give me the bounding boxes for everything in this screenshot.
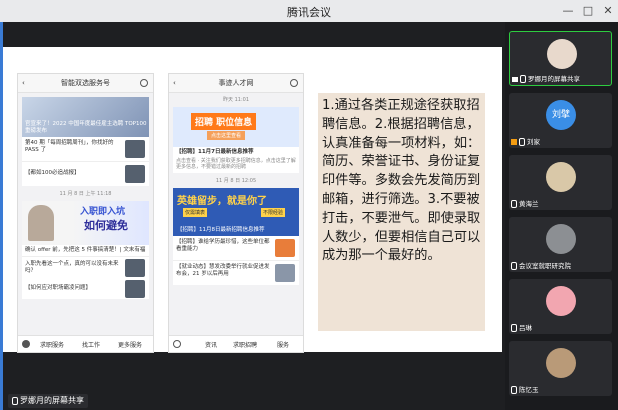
microphone-icon xyxy=(511,262,517,270)
phone1-card-2: 入职即入坑 如何避免 确认 offer 前，先把这 5 件事搞清楚！| 文末有福… xyxy=(22,201,149,299)
title-bar: 腾讯会议 — □ ✕ xyxy=(0,0,618,23)
bottom-tab: 资讯 xyxy=(205,342,218,349)
minimize-button[interactable]: — xyxy=(560,3,576,19)
article-thumbnail xyxy=(125,140,145,158)
phone2-title: 事迹人才网 xyxy=(218,79,254,87)
phone-screenshot-1: ‹ 智能双选服务号 官宣来了！2022 中国年度最佳雇主选聘 TOP100 重磅… xyxy=(17,73,154,353)
microphone-icon xyxy=(12,396,18,405)
phone1-title: 智能双选服务号 xyxy=(61,79,110,87)
bottom-tab: 找工作 xyxy=(82,342,101,349)
participant-tile[interactable]: 罗娜月的屏幕共享 xyxy=(509,31,612,86)
phone2-card-1: 招聘 职位信息 点击这里查看 【招聘】11月7日最新信息推荐 点击查看 · 关注… xyxy=(173,107,299,173)
participant-avatar xyxy=(546,162,576,192)
article-subtitle: 确认 offer 前，先把这 5 件事搞清楚！| 文末有福 xyxy=(25,247,146,253)
hero-tag: 仅需填表 xyxy=(183,208,208,217)
bottom-tab: 求职招聘 xyxy=(233,342,258,349)
participant-avatar xyxy=(547,39,577,69)
banner-text: 官宣来了！2022 中国年度最佳雇主选聘 TOP100 重磅发布 xyxy=(25,121,147,134)
participant-name-text: 陈忆玉 xyxy=(519,386,539,394)
bottom-tab: 服务 xyxy=(277,342,290,349)
hero-tag: 不限经验 xyxy=(261,208,286,217)
banner-headline: 入职即入坑 xyxy=(80,207,126,217)
phone2-bottom-bar: 资讯 求职招聘 服务 xyxy=(169,335,303,352)
participant-avatar xyxy=(546,286,576,316)
date-label: 11 月 8 日 12:05 xyxy=(215,178,257,184)
participant-name-text: 罗娜月的屏幕共享 xyxy=(528,75,580,83)
hero-banner: 英雄留步，就是你了 仅需填表 不限经验 【招聘】11月8日最新招聘信息推荐 xyxy=(173,188,299,236)
share-tag-text: 罗娜月的屏幕共享 xyxy=(20,396,84,405)
participant-tile[interactable]: 刘擘 刘家 xyxy=(509,93,612,148)
bottom-tab: 求职服务 xyxy=(40,342,65,349)
microphone-icon xyxy=(519,138,525,146)
participant-tile[interactable]: 陈忆玉 xyxy=(509,341,612,396)
job-info-banner: 招聘 职位信息 点击这里查看 xyxy=(173,107,299,147)
phone2-card-2: 英雄留步，就是你了 仅需填表 不限经验 【招聘】11月8日最新招聘信息推荐 【招… xyxy=(173,188,299,285)
phone1-bottom-bar: 求职服务 找工作 更多服务 xyxy=(18,335,153,352)
microphone-icon xyxy=(511,386,517,394)
participant-name: 陈忆玉 xyxy=(511,384,539,394)
article-thumbnail xyxy=(275,239,295,257)
phone-screenshot-2: ‹ 事迹人才网 昨天 11:01 招聘 职位信息 点击这里查看 【招聘】11月7… xyxy=(168,73,304,353)
date-label: 昨天 11:01 xyxy=(223,97,249,103)
microphone-icon xyxy=(511,200,517,208)
article-thumbnail xyxy=(125,259,145,277)
participant-name: 刘家 xyxy=(511,136,540,146)
banner-image: 入职即入坑 如何避免 xyxy=(22,201,149,245)
participant-name-text: 吕琳 xyxy=(519,324,532,332)
participant-name-text: 黄海兰 xyxy=(519,200,539,208)
window-title: 腾讯会议 xyxy=(287,6,331,19)
banner-headline-2: 如何避免 xyxy=(84,219,128,232)
participant-name-text: 刘家 xyxy=(527,138,540,146)
date-label: 11 月 8 日 上午 11:18 xyxy=(59,191,112,197)
screen-share-icon xyxy=(512,76,518,82)
keyboard-icon xyxy=(173,340,181,348)
participant-name-text: 会议室就职研究院 xyxy=(519,262,571,270)
phone1-card-1: 官宣来了！2022 中国年度最佳雇主选聘 TOP100 重磅发布 第40 期「每… xyxy=(22,97,149,186)
participant-name: 吕琳 xyxy=(511,322,532,332)
back-icon: ‹ xyxy=(173,79,176,87)
post-title: 【招聘】11月7日最新信息推荐 xyxy=(176,149,254,155)
host-icon xyxy=(511,139,517,145)
post-excerpt: 点击查看 · 关注我们获取更多招聘信息，点击这里了解更多信息，不要错过最新的招聘 xyxy=(176,158,296,170)
maximize-button[interactable]: □ xyxy=(580,3,596,19)
microphone-icon xyxy=(520,75,526,83)
participant-name: 会议室就职研究院 xyxy=(511,260,571,270)
user-icon xyxy=(290,79,298,87)
person-photo xyxy=(28,205,54,241)
article-thumbnail xyxy=(125,165,145,183)
play-icon xyxy=(22,340,30,348)
participant-name: 罗娜月的屏幕共享 xyxy=(512,73,580,83)
bottom-tab: 更多服务 xyxy=(118,342,143,349)
participant-name: 黄海兰 xyxy=(511,198,539,208)
participant-avatar xyxy=(546,348,576,378)
back-icon: ‹ xyxy=(22,79,25,87)
phone1-header: ‹ 智能双选服务号 xyxy=(18,74,153,93)
banner-image: 官宣来了！2022 中国年度最佳雇主选聘 TOP100 重磅发布 xyxy=(22,97,149,137)
phone2-header: ‹ 事迹人才网 xyxy=(169,74,303,93)
microphone-icon xyxy=(511,324,517,332)
participant-avatar xyxy=(546,224,576,254)
hero-caption: 【招聘】11月8日最新招聘信息推荐 xyxy=(177,227,265,233)
participant-tile[interactable]: 黄海兰 xyxy=(509,155,612,210)
slide-text: 1.通过各类正规途径获取招聘信息。2.根据招聘信息，认真准备每一项材料，如：简历… xyxy=(322,98,481,264)
screen-share-label: 罗娜月的屏幕共享 xyxy=(8,394,88,408)
close-button[interactable]: ✕ xyxy=(600,3,616,19)
article-thumbnail xyxy=(125,280,145,298)
participant-tile[interactable]: 会议室就职研究院 xyxy=(509,217,612,272)
participant-avatar: 刘擘 xyxy=(546,100,576,130)
participant-tile[interactable]: 吕琳 xyxy=(509,279,612,334)
article-thumbnail xyxy=(275,264,295,282)
user-icon xyxy=(140,79,148,87)
badge-subtitle: 点击这里查看 xyxy=(207,131,246,140)
job-info-badge: 招聘 职位信息 xyxy=(191,113,257,130)
hero-headline: 英雄留步，就是你了 xyxy=(177,196,267,207)
slide-text-box: 1.通过各类正规途径获取招聘信息。2.根据招聘信息，认真准备每一项材料，如：简历… xyxy=(318,93,485,331)
